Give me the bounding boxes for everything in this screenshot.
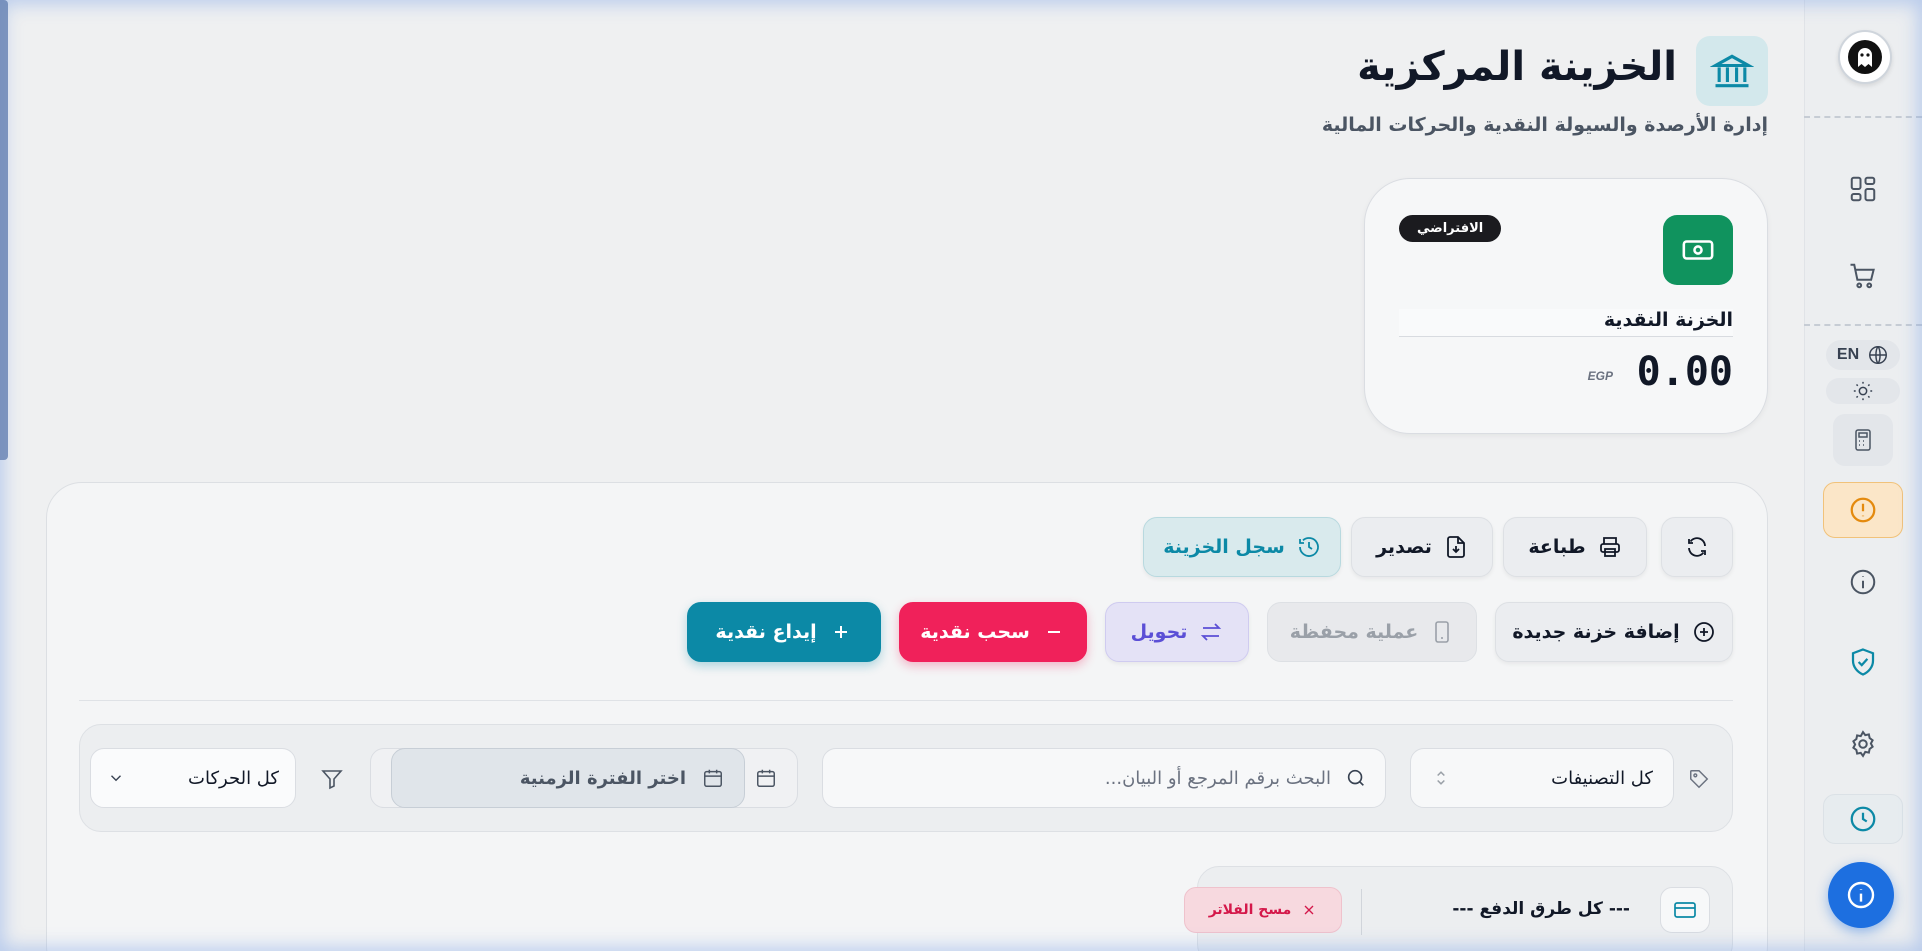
treasury-panel: طباعة تصدير سجل الخزينة إضافة خزنة جديدة…	[46, 482, 1768, 951]
search-icon	[1347, 769, 1364, 786]
bank-icon	[1710, 54, 1754, 88]
search-field[interactable]: البحث برقم المرجع أو البيان...	[822, 748, 1386, 808]
transfer-label: تحويل	[1130, 621, 1188, 643]
rail-divider	[1804, 324, 1922, 326]
calendar-icon	[757, 769, 775, 787]
plus-icon	[834, 626, 847, 638]
deposit-cash-label: إيداع نقدية	[715, 621, 817, 643]
refresh-icon	[1688, 537, 1706, 557]
treasury-name: الخزنة النقدية	[1399, 309, 1733, 337]
treasury-card[interactable]: الافتراضي الخزنة النقدية 0.00 EGP	[1364, 178, 1768, 434]
withdraw-cash-label: سحب نقدية	[920, 621, 1030, 643]
export-label: تصدير	[1376, 536, 1432, 558]
icon-rail: EN	[1804, 0, 1922, 951]
treasury-log-label: سجل الخزينة	[1163, 536, 1285, 558]
rail-divider	[1804, 116, 1922, 118]
payment-filter-bar: --- كل طرق الدفع --- مسح الفلاتر	[1184, 866, 1733, 951]
print-label: طباعة	[1528, 536, 1586, 558]
phone-icon	[1435, 621, 1450, 643]
transfer-arrows-icon	[1201, 623, 1222, 641]
treasury-log-button[interactable]: سجل الخزينة	[1143, 517, 1341, 577]
clear-filters-button[interactable]: مسح الفلاتر	[1184, 887, 1342, 933]
calculator-button[interactable]	[1833, 414, 1893, 466]
history-button[interactable]	[1823, 794, 1903, 844]
transfer-button[interactable]: تحويل	[1105, 602, 1249, 662]
filter-separator	[1361, 889, 1362, 935]
info-button[interactable]	[1826, 556, 1900, 608]
printer-icon	[1599, 537, 1620, 557]
calendar-icon	[704, 769, 722, 787]
language-label: EN	[1836, 346, 1860, 363]
payment-method-icon-tile	[1660, 887, 1710, 933]
banknote-icon	[1682, 240, 1714, 260]
payment-method-select[interactable]: --- كل طرق الدفع ---	[1452, 899, 1630, 919]
withdraw-cash-button[interactable]: سحب نقدية	[899, 602, 1087, 662]
dashboard-button[interactable]	[1826, 163, 1900, 215]
date-range-label: اختر الفترة الزمنية	[519, 767, 686, 789]
currency-code: EGP	[1587, 369, 1613, 383]
wallet-operation-label: عملية محفظة	[1289, 621, 1419, 643]
cart-icon	[1850, 263, 1875, 289]
page-title: الخزينة المركزية	[1357, 44, 1677, 90]
chevron-up-down-icon	[1437, 771, 1445, 785]
date-range-field[interactable]: اختر الفترة الزمنية	[370, 748, 798, 808]
search-input[interactable]: البحث برقم المرجع أو البيان...	[1105, 768, 1331, 789]
globe-icon	[1869, 346, 1888, 364]
help-fab-button[interactable]	[1828, 862, 1894, 928]
filter-bar: كل التصنيفات البحث برقم المرجع أو البيان…	[79, 724, 1733, 832]
export-button[interactable]: تصدير	[1351, 517, 1493, 577]
date-range-picker[interactable]: اختر الفترة الزمنية	[391, 748, 745, 808]
page-subtitle: إدارة الأرصدة والسيولة النقدية والحركات …	[1321, 114, 1768, 136]
gear-icon	[1852, 730, 1874, 758]
info-icon	[1850, 569, 1876, 595]
treasury-balance: 0.00	[1636, 349, 1733, 395]
category-select[interactable]: كل التصنيفات	[1410, 748, 1674, 808]
add-treasury-label: إضافة خزنة جديدة	[1512, 621, 1680, 643]
section-divider	[79, 700, 1733, 701]
movement-type-select[interactable]: كل الحركات	[90, 748, 296, 808]
bank-icon-tile	[1696, 36, 1768, 106]
clock-icon	[1850, 806, 1876, 832]
category-select-value: كل التصنيفات	[1551, 767, 1653, 789]
chevron-down-icon	[111, 775, 121, 782]
alerts-button[interactable]	[1823, 482, 1903, 538]
file-download-icon	[1447, 536, 1465, 558]
app-logo[interactable]	[1838, 30, 1892, 84]
close-icon	[1304, 905, 1314, 915]
wallet-operation-button[interactable]: عملية محفظة	[1267, 602, 1477, 662]
ghost-logo-icon	[1848, 40, 1882, 74]
tag-icon	[1690, 770, 1709, 789]
sun-icon	[1853, 381, 1873, 401]
cart-button[interactable]	[1826, 250, 1900, 302]
movement-type-value: كل الحركات	[188, 767, 279, 789]
print-button[interactable]: طباعة	[1503, 517, 1647, 577]
add-treasury-button[interactable]: إضافة خزنة جديدة	[1495, 602, 1733, 662]
clear-filters-label: مسح الفلاتر	[1208, 902, 1292, 918]
dashboard-icon	[1850, 176, 1876, 202]
shield-check-icon	[1851, 648, 1875, 676]
alert-circle-icon	[1850, 497, 1876, 523]
language-toggle[interactable]: EN	[1826, 340, 1900, 370]
security-button[interactable]	[1826, 636, 1900, 688]
calculator-icon	[1855, 429, 1871, 451]
cash-icon-tile	[1663, 215, 1733, 285]
page-scrollbar[interactable]	[0, 0, 8, 460]
settings-button[interactable]	[1826, 718, 1900, 770]
filter-funnel-icon	[321, 770, 343, 790]
default-badge: الافتراضي	[1399, 215, 1502, 242]
minus-icon	[1047, 631, 1060, 633]
credit-card-icon	[1674, 902, 1696, 918]
theme-toggle[interactable]	[1826, 378, 1900, 404]
plus-circle-icon	[1693, 622, 1714, 642]
info-icon	[1847, 881, 1875, 909]
refresh-button[interactable]	[1661, 517, 1733, 577]
deposit-cash-button[interactable]: إيداع نقدية	[687, 602, 881, 662]
history-icon	[1298, 537, 1319, 557]
